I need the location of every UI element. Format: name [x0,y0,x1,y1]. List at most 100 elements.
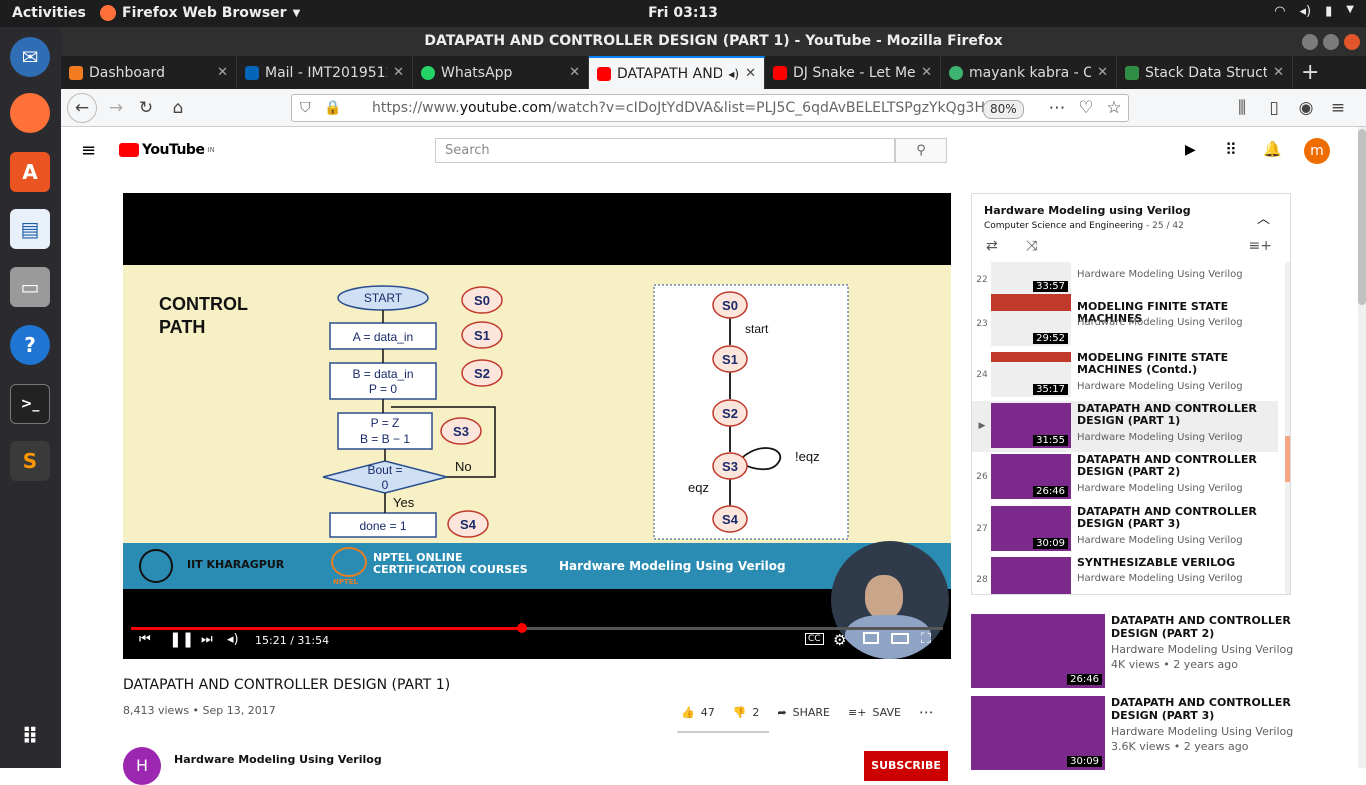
show-apps-icon[interactable]: ⠿ [10,717,50,757]
close-window-button[interactable] [1344,34,1360,50]
fsm-s2-text: S2 [722,406,738,421]
duration-badge: 26:46 [1033,486,1068,497]
zoom-level[interactable]: 80% [983,100,1024,119]
playlist-owner[interactable]: Computer Science and Engineering [984,221,1143,231]
tab-strip: Dashboard ✕ Mail - IMT2019512 ✕ WhatsApp ✕ … [61,56,1366,89]
subscribe-button[interactable]: SUBSCRIBE [864,751,948,781]
clock[interactable]: Fri 03:13 [0,5,1366,21]
window-title: DATAPATH AND CONTROLLER DESIGN (PART 1) … [424,33,1003,49]
duration-badge: 35:17 [1033,384,1068,395]
tab-stack[interactable]: Stack Data Structu ✕ [1117,56,1293,89]
apps-grid-icon[interactable]: ⠿ [1225,140,1237,159]
duration-badge: 33:57 [1033,281,1068,292]
menu-icon[interactable]: ≡ [1325,95,1351,121]
help-icon[interactable]: ? [10,325,50,365]
avatar[interactable]: m [1304,138,1330,164]
software-center-icon[interactable]: A [10,152,50,192]
playlist-item[interactable]: 27 30:09 DATAPATH AND CONTROLLER DESIGN (P… [972,504,1290,555]
sidebar-icon[interactable]: ▯ [1261,95,1287,121]
previous-icon[interactable]: ⏮ [139,632,151,647]
video-thumbnail: 30:09 [971,696,1105,770]
page-scroll-thumb[interactable] [1358,129,1366,305]
new-tab-button[interactable]: + [1293,56,1319,89]
video-player[interactable]: CONTROL PATH START A = data_in B = data_… [123,193,951,659]
maximize-button[interactable] [1323,34,1339,50]
like-button[interactable]: 👍 47 [681,706,715,719]
video-thumbnail: 30:09 [991,506,1071,551]
save-playlist-icon[interactable]: ≡+ [1249,238,1272,254]
reload-button[interactable]: ↻ [133,95,159,121]
page-actions-icon[interactable]: ⋯ [1044,95,1070,121]
audio-playing-icon[interactable]: ◂) [728,67,739,81]
minimize-button[interactable] [1302,34,1318,50]
close-tab-icon[interactable]: ✕ [569,65,580,80]
time-display: 15:21 / 31:54 [255,634,330,647]
tab-mayank[interactable]: mayank kabra - Ci ✕ [941,56,1117,89]
tab-dashboard[interactable]: Dashboard ✕ [61,56,237,89]
thunderbird-icon[interactable]: ✉ [10,37,50,77]
terminal-icon[interactable]: >_ [10,384,50,424]
channel-avatar[interactable]: H [123,747,161,785]
system-tray[interactable]: ◠ ◂) ▮ ▼ [1274,4,1354,19]
playlist-item[interactable]: 26 26:46 DATAPATH AND CONTROLLER DESIGN (P… [972,452,1290,503]
more-actions-icon[interactable]: ⋯ [919,703,934,721]
share-button[interactable]: ➦ SHARE [777,706,830,719]
next-icon[interactable]: ⏭ [201,632,213,647]
tab-dj-snake[interactable]: DJ Snake - Let Me ✕ [765,56,941,89]
close-tab-icon[interactable]: ✕ [393,65,404,80]
close-tab-icon[interactable]: ✕ [1097,65,1108,80]
channel-name[interactable]: Hardware Modeling Using Verilog [174,753,382,766]
pause-icon[interactable]: ❚❚ [169,630,194,648]
collapse-chevron-icon[interactable]: ︿ [1257,208,1270,227]
save-button[interactable]: ≡+ SAVE [848,706,901,719]
playlist-item[interactable]: 24 35:17 MODELING FINITE STATE MACHINES (C… [972,350,1290,401]
home-button[interactable]: ⌂ [165,95,191,121]
hamburger-menu-icon[interactable]: ≡ [81,140,96,161]
search-button[interactable]: ⚲ [895,138,947,163]
tab-whatsapp[interactable]: WhatsApp ✕ [413,56,589,89]
close-tab-icon[interactable]: ✕ [217,65,228,80]
tab-mail[interactable]: Mail - IMT2019512 ✕ [237,56,413,89]
theater-mode-icon[interactable] [891,633,909,644]
library-icon[interactable]: ⫼ [1229,95,1255,121]
shuffle-icon[interactable]: ⤨ [1026,238,1037,254]
tab-datapath[interactable]: DATAPATH AND ◂) ✕ [589,56,765,89]
playlist-item-current[interactable]: ▶ 31:55 DATAPATH AND CONTROLLER DESIGN (PA… [972,401,1278,452]
back-button[interactable]: ← [67,93,97,123]
forward-button[interactable]: → [103,95,129,121]
account-icon[interactable]: ◉ [1293,95,1319,121]
fullscreen-icon[interactable]: ⛶ [921,631,931,647]
playlist-scrollbar[interactable] [1285,262,1290,594]
loop-icon[interactable]: ⇄ [986,238,998,254]
video-meta: 8,413 views • Sep 13, 2017 [123,704,276,717]
window-controls [1302,34,1360,50]
pocket-icon[interactable]: ♡ [1073,95,1099,121]
search-input[interactable]: Search [435,138,895,163]
playlist-title[interactable]: Hardware Modeling using Verilog [984,204,1191,217]
youtube-logo[interactable]: YouTube IN [119,142,215,158]
files-icon[interactable]: ▭ [10,267,50,307]
notifications-bell-icon[interactable]: 🔔 [1263,140,1282,158]
flow-step-3b: B = B − 1 [360,432,410,446]
playlist-item[interactable]: 28 SYNTHESIZABLE VERILOG Hardware Modeling… [972,555,1290,594]
create-video-icon[interactable]: ▶ [1185,142,1196,158]
thumbs-up-icon: 👍 [681,705,695,719]
firefox-dock-icon[interactable] [10,93,50,133]
suggested-video[interactable]: 30:09 DATAPATH AND CONTROLLER DESIGN (PAR… [971,696,1311,772]
playlist-scroll-thumb[interactable] [1285,436,1290,482]
playlist-channel: Hardware Modeling Using Verilog [1077,381,1243,392]
close-tab-icon[interactable]: ✕ [745,66,756,81]
sublime-icon[interactable]: S [10,441,50,481]
dislike-button[interactable]: 👎 2 [733,706,760,719]
volume-icon[interactable]: ◂) [227,632,239,647]
close-tab-icon[interactable]: ✕ [921,65,932,80]
captions-icon[interactable]: CC [805,633,824,645]
close-tab-icon[interactable]: ✕ [1273,65,1284,80]
settings-gear-icon[interactable]: ⚙ [833,631,846,649]
playlist-item[interactable]: 23 29:52 MODELING FINITE STATE MACHINES Har… [972,299,1290,350]
writer-icon[interactable]: ▤ [10,209,50,249]
suggested-video[interactable]: 26:46 DATAPATH AND CONTROLLER DESIGN (PAR… [971,614,1311,690]
bookmark-star-icon[interactable]: ☆ [1101,95,1127,121]
page-scrollbar[interactable] [1358,127,1366,768]
miniplayer-icon[interactable] [863,632,879,644]
